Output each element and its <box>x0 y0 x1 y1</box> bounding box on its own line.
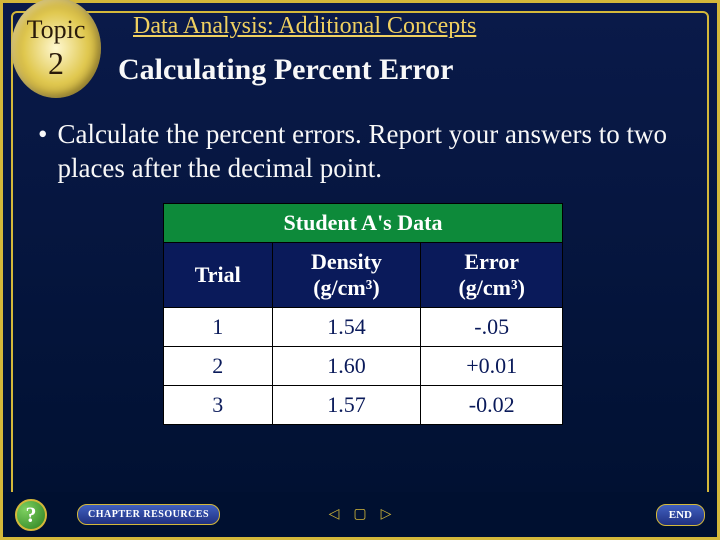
bullet-content: Calculate the percent errors. Report you… <box>57 118 682 186</box>
slide-title: Data Analysis: Additional Concepts <box>133 13 476 40</box>
col-trial: Trial <box>164 243 273 308</box>
table-row: 3 1.57 -0.02 <box>164 386 563 425</box>
topic-number: 2 <box>48 45 64 82</box>
footer-bar: ? CHAPTER RESOURCES ◁ ▢ ▷ END <box>3 492 717 537</box>
bullet-item: • Calculate the percent errors. Report y… <box>38 118 682 186</box>
topic-badge: Topic 2 <box>11 0 101 98</box>
slide-heading: Calculating Percent Error <box>118 53 453 87</box>
data-table: Student A's Data Trial Density (g/cm³) E… <box>163 203 563 425</box>
end-button[interactable]: END <box>656 504 705 526</box>
topic-label: Topic <box>27 15 86 45</box>
prev-icon[interactable]: ◁ <box>324 505 344 525</box>
table-row: 1 1.54 -.05 <box>164 308 563 347</box>
col-density: Density (g/cm³) <box>272 243 421 308</box>
col-error: Error (g/cm³) <box>421 243 563 308</box>
table-row: 2 1.60 +0.01 <box>164 347 563 386</box>
bullet-marker: • <box>38 118 47 186</box>
slide-frame: Topic 2 Data Analysis: Additional Concep… <box>0 0 720 540</box>
stop-icon[interactable]: ▢ <box>350 505 370 525</box>
table-title: Student A's Data <box>164 204 563 243</box>
help-icon[interactable]: ? <box>15 499 47 531</box>
nav-controls: ◁ ▢ ▷ <box>324 505 396 525</box>
chapter-resources-button[interactable]: CHAPTER RESOURCES <box>77 504 220 525</box>
next-icon[interactable]: ▷ <box>376 505 396 525</box>
